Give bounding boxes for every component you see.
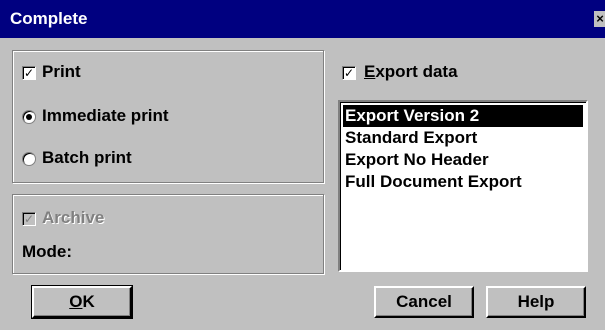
print-label[interactable]: Print: [42, 62, 81, 82]
export-data-checkbox[interactable]: ✓: [342, 66, 356, 80]
list-item[interactable]: Full Document Export: [343, 171, 522, 193]
print-checkbox[interactable]: ✓: [22, 66, 36, 80]
immediate-print-label[interactable]: Immediate print: [42, 106, 169, 126]
ok-access-key: O: [69, 292, 83, 311]
mode-label: Mode:: [22, 242, 73, 261]
archive-group: [12, 194, 324, 274]
window-title: Complete: [10, 9, 88, 28]
list-item[interactable]: Export Version 2: [343, 105, 583, 127]
help-button[interactable]: Help: [486, 286, 586, 318]
archive-checkbox: ✓: [22, 212, 36, 226]
export-data-access-key: E: [364, 62, 376, 81]
print-check-icon: ✓: [23, 66, 35, 80]
title-bar[interactable]: Complete ×: [0, 0, 605, 38]
export-check-icon: ✓: [343, 66, 355, 80]
export-data-label[interactable]: Export data: [364, 62, 458, 82]
export-listbox[interactable]: Export Version 2 Standard Export Export …: [338, 100, 588, 272]
ok-label-rest: K: [82, 292, 95, 311]
close-icon[interactable]: ×: [594, 11, 605, 27]
archive-label: Archive: [42, 208, 105, 227]
batch-print-label[interactable]: Batch print: [42, 148, 132, 168]
cancel-button[interactable]: Cancel: [374, 286, 474, 318]
ok-button[interactable]: OK: [31, 285, 133, 319]
complete-dialog: Complete × ✓ Print Immediate print Batch…: [0, 0, 605, 330]
archive-check-icon: ✓: [23, 212, 35, 226]
export-data-label-text: xport data: [375, 62, 458, 81]
immediate-print-radio[interactable]: [22, 110, 36, 124]
list-item[interactable]: Standard Export: [343, 127, 477, 149]
batch-print-radio[interactable]: [22, 152, 36, 166]
radio-selected-dot: [26, 114, 32, 120]
list-item[interactable]: Export No Header: [343, 149, 489, 171]
